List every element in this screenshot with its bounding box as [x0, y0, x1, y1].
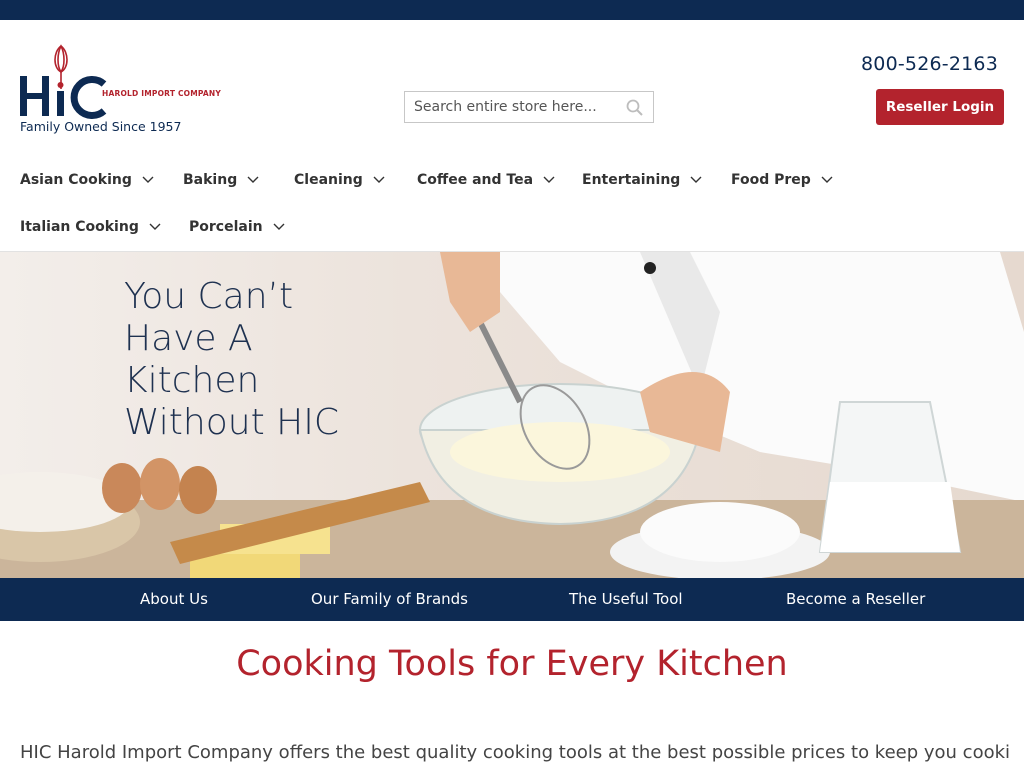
nav-label: Baking [183, 172, 238, 188]
phone-number[interactable]: 800-526-2163 [861, 53, 998, 75]
nav-the-useful-tool[interactable]: The Useful Tool [569, 590, 683, 608]
nav-label: Asian Cooking [20, 172, 132, 188]
nav-become-a-reseller[interactable]: Become a Reseller [786, 590, 925, 608]
intro-paragraph: HIC Harold Import Company offers the bes… [20, 742, 1010, 763]
nav-coffee-and-tea[interactable]: Coffee and Tea [417, 172, 555, 188]
nav-label: Italian Cooking [20, 219, 139, 235]
nav-porcelain[interactable]: Porcelain [189, 219, 285, 235]
nav-about-us[interactable]: About Us [140, 590, 208, 608]
nav-label: Cleaning [294, 172, 363, 188]
nav-label: Entertaining [582, 172, 681, 188]
nav-our-family-of-brands[interactable]: Our Family of Brands [311, 590, 468, 608]
nav-italian-cooking[interactable]: Italian Cooking [20, 219, 161, 235]
chevron-down-icon [149, 223, 161, 230]
search-icon[interactable] [625, 98, 645, 118]
chevron-down-icon [543, 176, 555, 183]
hero-banner[interactable]: You Can’t Have A Kitchen Without HIC [0, 252, 1024, 578]
secondary-nav: About Us Our Family of Brands The Useful… [0, 578, 1024, 621]
nav-label: Porcelain [189, 219, 263, 235]
chevron-down-icon [142, 176, 154, 183]
chevron-down-icon [821, 176, 833, 183]
logo-tagline: Family Owned Since 1957 [20, 119, 182, 134]
top-bar [0, 0, 1024, 20]
chevron-down-icon [273, 223, 285, 230]
logo-company-name: HAROLD IMPORT COMPANY [102, 89, 222, 98]
search-input[interactable] [405, 92, 620, 122]
search-box [404, 91, 654, 123]
nav-asian-cooking[interactable]: Asian Cooking [20, 172, 154, 188]
reseller-login-button[interactable]: Reseller Login [876, 89, 1004, 125]
page-headline: Cooking Tools for Every Kitchen [236, 644, 788, 684]
nav-food-prep[interactable]: Food Prep [731, 172, 833, 188]
site-logo[interactable]: HAROLD IMPORT COMPANY Family Owned Since… [20, 42, 221, 137]
nav-entertaining[interactable]: Entertaining [582, 172, 702, 188]
nav-label: Coffee and Tea [417, 172, 534, 188]
nav-baking[interactable]: Baking [183, 172, 259, 188]
chevron-down-icon [690, 176, 702, 183]
chevron-down-icon [373, 176, 385, 183]
hero-headline: You Can’t Have A Kitchen Without HIC [124, 276, 339, 443]
nav-cleaning[interactable]: Cleaning [294, 172, 385, 188]
chevron-down-icon [247, 176, 259, 183]
nav-label: Food Prep [731, 172, 811, 188]
